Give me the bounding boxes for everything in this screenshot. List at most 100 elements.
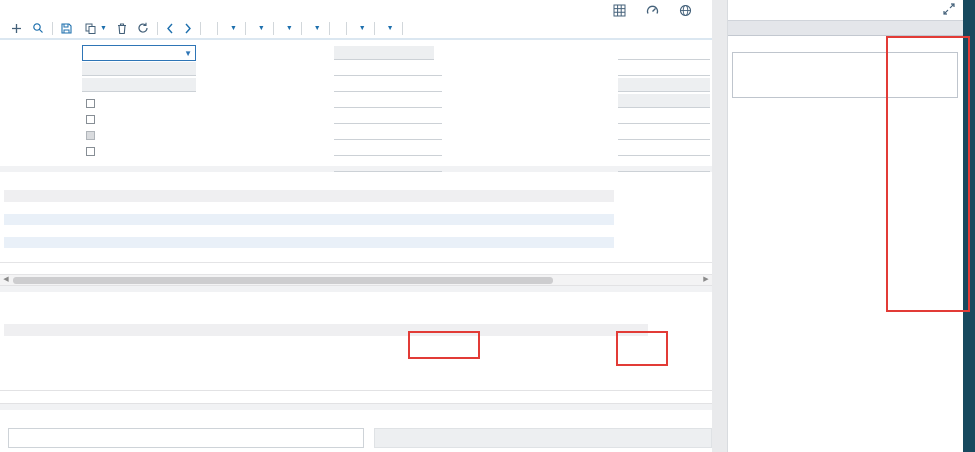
form-row-ops-coordinator [246, 109, 442, 125]
breadcrumb [0, 0, 712, 18]
field-voyage-status[interactable] [618, 46, 710, 60]
gauge-icon[interactable] [646, 4, 659, 17]
scroll-left-arrow[interactable]: ◀ [0, 275, 12, 285]
cell [508, 336, 576, 348]
checkbox-box[interactable] [86, 115, 95, 124]
notes-to-operations-input[interactable] [374, 428, 712, 448]
field-ops-coordinator[interactable] [334, 110, 442, 124]
cell [548, 214, 590, 226]
toolbar-divider [217, 22, 218, 35]
row-menu-button[interactable] [4, 225, 18, 237]
toolbar-divider [374, 22, 375, 35]
cargoes-add-new-row[interactable] [0, 348, 712, 360]
field-voyage-completing[interactable] [618, 78, 710, 92]
checkbox-box[interactable] [86, 99, 95, 108]
itinerary-horizontal-scrollbar[interactable]: ◀ ▶ [0, 275, 712, 286]
column-header [16, 324, 40, 336]
field-fd-manager[interactable] [334, 158, 442, 172]
cell [18, 225, 96, 237]
column-header [4, 190, 18, 202]
checkbox-box[interactable] [86, 131, 95, 140]
cell [40, 336, 88, 348]
cell [244, 237, 270, 249]
form-middle-column [246, 45, 442, 173]
voyage-remarks-input[interactable] [8, 428, 364, 448]
field-piracy-routing[interactable] [618, 110, 710, 124]
toolbar-menu-freight[interactable]: ▼ [221, 25, 242, 32]
toolbar-menu-other-rev-exp[interactable]: ▼ [277, 25, 298, 32]
row-menu-button[interactable] [4, 336, 16, 348]
chevron-down-icon: ▼ [387, 25, 394, 32]
refresh-button[interactable] [132, 22, 154, 34]
table-row [4, 225, 614, 237]
field-trade-area[interactable] [334, 78, 442, 92]
table-header-row [4, 324, 648, 336]
row-menu-button[interactable] [4, 237, 18, 249]
scrollbar-thumb[interactable] [13, 277, 553, 284]
cell [244, 214, 270, 226]
toolbar-menu-laytime[interactable]: ▼ [305, 25, 326, 32]
toolbar-menu-deviation[interactable]: ▼ [378, 25, 399, 32]
voy-no-field[interactable] [386, 46, 434, 60]
scroll-right-arrow[interactable]: ▶ [700, 275, 712, 285]
chevron-down-icon: ▼ [184, 49, 192, 58]
checkbox-box[interactable] [86, 147, 95, 156]
globe-icon[interactable] [679, 4, 692, 17]
vsl-code-field[interactable] [334, 46, 386, 60]
row-menu-button[interactable] [4, 202, 18, 214]
cell [454, 214, 520, 226]
fixture-no-field[interactable] [82, 78, 196, 92]
column-header [40, 324, 88, 336]
field-voyage-commencing[interactable] [618, 62, 710, 76]
field-user-group[interactable] [334, 126, 442, 140]
form-row-eca-routing [514, 125, 710, 141]
voyage-manager-window: ▼ ▼ ▼ ▼ ▼ ▼ ▼ ▼ [0, 0, 975, 452]
tc-code-field[interactable] [82, 62, 142, 76]
itinerary-add-new-row[interactable] [0, 248, 712, 260]
vessel-select[interactable]: ▼ [82, 45, 196, 61]
checkbox-ls-only[interactable] [86, 111, 204, 127]
form-row-user-group [246, 125, 442, 141]
cell [244, 225, 270, 237]
checkbox-last-tci-voy[interactable] [86, 143, 204, 159]
next-button[interactable] [179, 23, 197, 34]
field-dwf[interactable] [618, 158, 710, 172]
field-load-line-routing[interactable] [618, 142, 710, 156]
copy-button[interactable]: ▼ [80, 23, 112, 34]
toolbar-divider [329, 22, 330, 35]
delete-button[interactable] [112, 23, 132, 34]
field-opr-type[interactable] [334, 62, 442, 76]
cell [322, 336, 368, 348]
expand-icon[interactable] [943, 2, 955, 20]
field-eca-routing[interactable] [618, 126, 710, 140]
add-button[interactable] [6, 23, 27, 34]
form-row-trade-area [246, 77, 442, 93]
search-button[interactable] [27, 22, 49, 34]
cell [96, 214, 108, 226]
checkbox-drydock[interactable] [86, 127, 204, 143]
field-last-update-gmt[interactable] [618, 94, 710, 108]
toolbar-menu-bunkers[interactable]: ▼ [350, 25, 371, 32]
cell [148, 202, 188, 214]
tc-hire-field[interactable] [142, 62, 196, 76]
toolbar-menu-commission[interactable]: ▼ [249, 25, 270, 32]
grid-view-icon[interactable] [613, 4, 626, 17]
prev-button[interactable] [161, 23, 179, 34]
field-chtr-specialist[interactable] [334, 94, 442, 108]
cell [336, 202, 348, 214]
cell [148, 225, 188, 237]
cell [264, 336, 286, 348]
row-menu-button[interactable] [4, 214, 18, 226]
chevron-down-icon: ▼ [359, 25, 366, 32]
column-header [4, 324, 16, 336]
checkbox-consecutive-voyage[interactable] [86, 95, 204, 111]
toolbar-divider [245, 22, 246, 35]
field-controller[interactable] [334, 142, 442, 156]
column-header [434, 324, 474, 336]
column-header [322, 324, 368, 336]
cell [368, 225, 434, 237]
cargoes-header [0, 308, 712, 324]
save-button[interactable] [56, 23, 80, 34]
pnl-remarks-input[interactable] [732, 52, 958, 98]
cell [312, 225, 336, 237]
